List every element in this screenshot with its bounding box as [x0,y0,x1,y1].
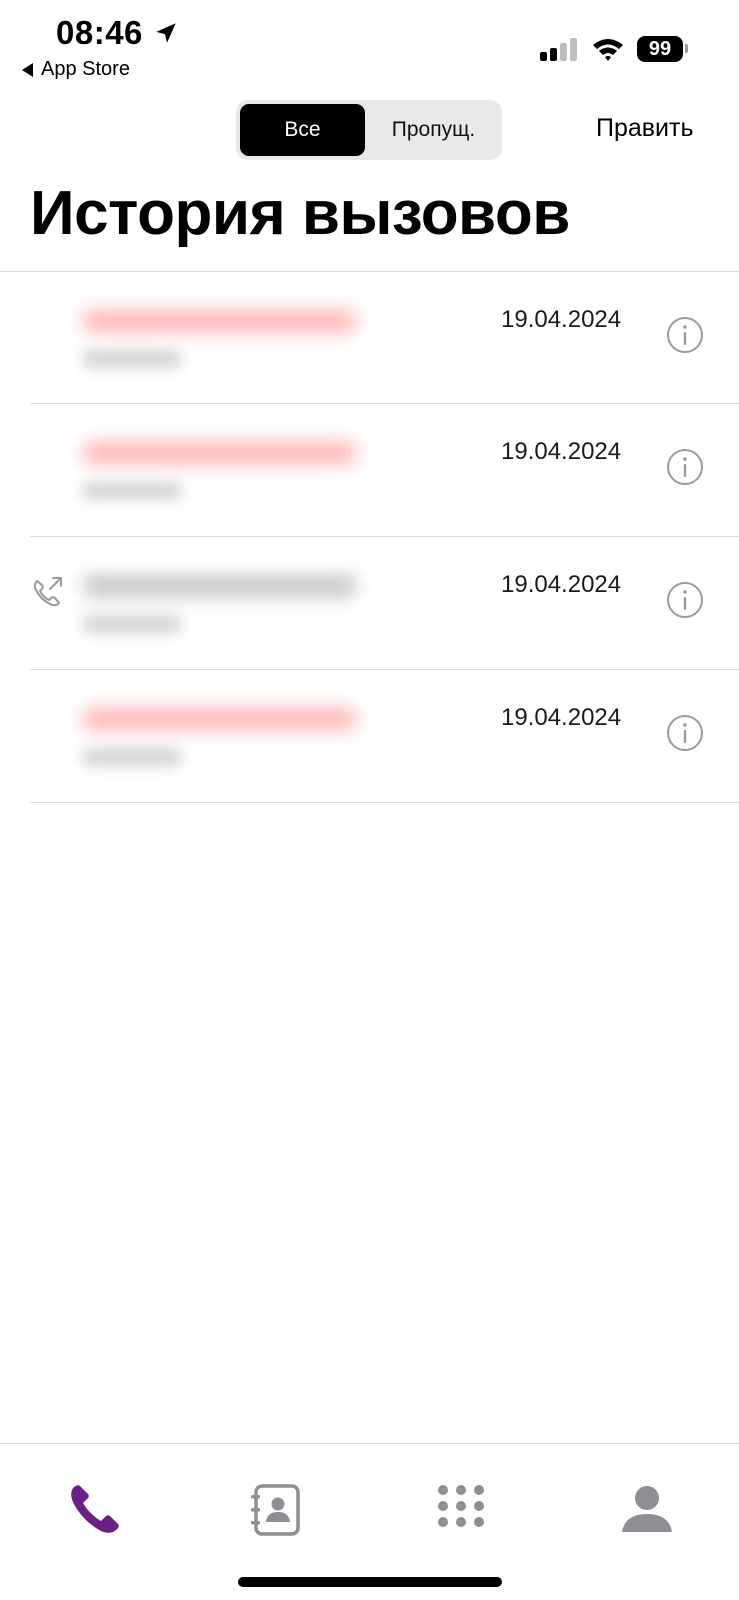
edit-button[interactable]: Править [596,114,694,143]
back-triangle-icon [22,62,33,77]
back-app-label: App Store [41,58,130,80]
contact-name-redacted [82,310,357,332]
contact-name-redacted [82,575,357,597]
battery-cap [685,44,688,53]
call-date: 19.04.2024 [501,306,622,333]
segment-missed[interactable]: Пропущ. [369,104,498,156]
call-row[interactable]: 19.04.2024 [30,404,739,537]
home-indicator[interactable] [238,1577,502,1587]
status-bar: 08:46 App Store 99 [0,0,739,90]
back-to-app-button[interactable]: App Store [22,58,130,81]
call-filter-segmented-control: Все Пропущ. [236,100,502,160]
page-title: История вызовов [30,179,570,248]
segment-all[interactable]: Все [240,104,365,156]
tab-contacts-book-icon[interactable] [248,1482,304,1538]
info-icon[interactable] [666,316,704,354]
contact-name-redacted [82,442,357,464]
call-date: 19.04.2024 [501,438,622,465]
contact-name-redacted [82,708,357,730]
tab-profile-person-icon[interactable] [619,1482,675,1538]
call-date: 19.04.2024 [501,704,622,731]
location-arrow-icon [156,23,176,43]
info-icon[interactable] [666,581,704,619]
call-row[interactable]: 19.04.2024 [30,272,739,404]
call-date: 19.04.2024 [501,571,622,598]
tab-calls-phone-icon[interactable] [66,1482,122,1538]
battery-level: 99 [637,36,683,62]
call-row[interactable]: 19.04.2024 [30,537,739,670]
cellular-signal-icon [540,38,577,61]
info-icon[interactable] [666,714,704,752]
battery-indicator: 99 [637,36,689,62]
call-type-redacted [82,482,182,500]
call-history-list: 19.04.2024 19.04.2024 19.04.2024 19.04.2… [0,272,739,803]
call-type-redacted [82,350,182,368]
call-row[interactable]: 19.04.2024 [30,670,739,803]
tab-bar-divider [0,1443,739,1444]
outgoing-call-icon [33,577,62,607]
call-type-redacted [82,615,182,633]
wifi-icon [593,39,623,61]
info-icon[interactable] [666,448,704,486]
call-type-redacted [82,748,182,766]
status-time: 08:46 [56,14,143,51]
tab-keypad-icon[interactable] [433,1482,489,1538]
